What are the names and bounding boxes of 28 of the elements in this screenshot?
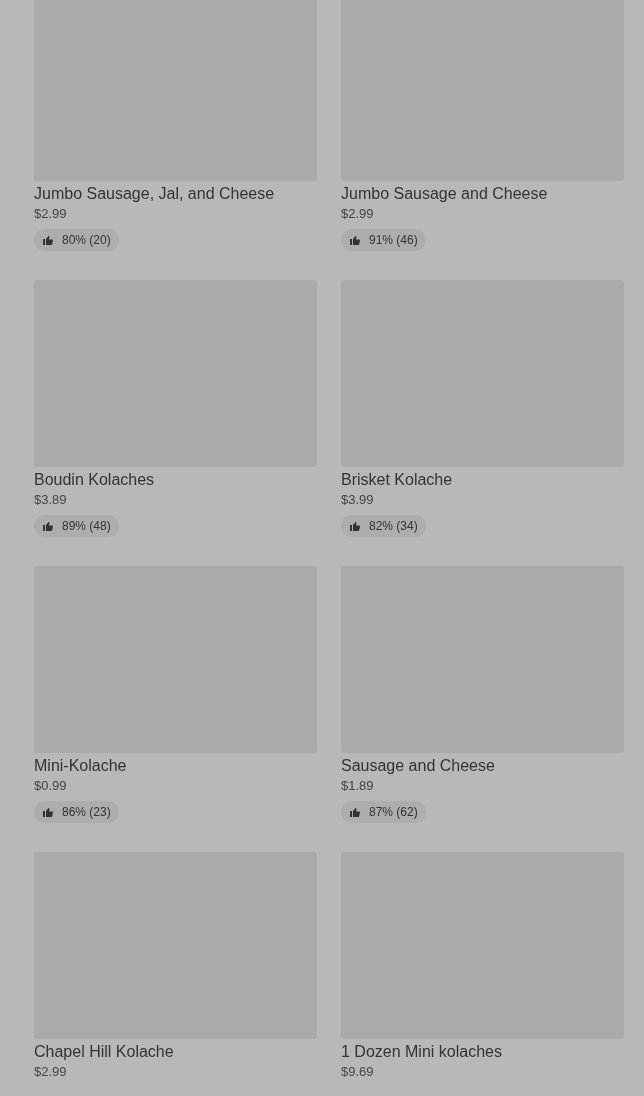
rating-text: 89% (48) (62, 518, 111, 535)
item-name: Mini-Kolache (34, 756, 127, 776)
rating-text: 86% (23) (62, 804, 111, 821)
item-price: $2.99 (341, 205, 374, 223)
rating-text: 80% (20) (62, 232, 111, 249)
item-name: Sausage and Cheese (341, 756, 495, 776)
item-name: Chapel Hill Kolache (34, 1042, 174, 1062)
rating-text: 91% (46) (369, 232, 418, 249)
rating-text: 87% (62) (369, 804, 418, 821)
item-name: 1 Dozen Mini kolaches (341, 1042, 502, 1062)
thumbs-up-icon (42, 806, 54, 818)
item-name: Jumbo Sausage, Jal, and Cheese (34, 184, 275, 204)
item-price: $9.69 (341, 1063, 374, 1081)
item-price: $3.89 (34, 491, 67, 509)
thumbs-up-icon (349, 806, 361, 818)
item-price: $0.99 (34, 777, 67, 795)
thumbs-up-icon (349, 234, 361, 246)
thumbs-up-icon (42, 520, 54, 532)
item-name: Jumbo Sausage and Cheese (341, 184, 548, 204)
item-name: Boudin Kolaches (34, 470, 155, 490)
thumbs-up-icon (349, 520, 361, 532)
item-price: $1.89 (341, 777, 374, 795)
item-price: $2.99 (34, 205, 67, 223)
rating-text: 82% (34) (369, 518, 418, 535)
item-name: Brisket Kolache (341, 470, 453, 490)
item-price: $3.99 (341, 491, 374, 509)
item-price: $2.99 (34, 1063, 67, 1081)
thumbs-up-icon (42, 234, 54, 246)
